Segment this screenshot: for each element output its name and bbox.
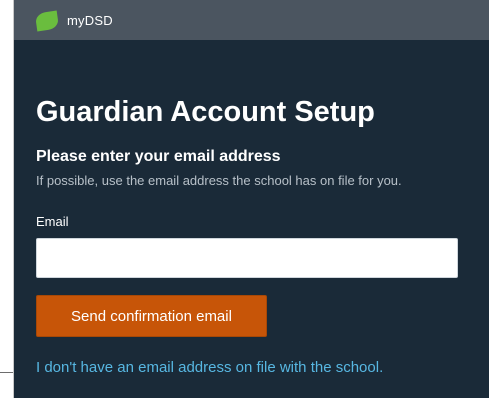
left-divider-line <box>0 372 14 373</box>
top-bar: myDSD <box>14 0 489 40</box>
form-hint: If possible, use the email address the s… <box>36 173 402 188</box>
app-window: myDSD Guardian Account Setup Please ente… <box>14 0 489 398</box>
page-title: Guardian Account Setup <box>36 96 375 128</box>
email-label: Email <box>36 214 69 229</box>
email-field[interactable] <box>36 238 458 278</box>
send-confirmation-email-button[interactable]: Send confirmation email <box>36 295 267 337</box>
brand-name: myDSD <box>67 13 113 28</box>
form-subtitle: Please enter your email address <box>36 148 281 165</box>
leaf-logo-icon <box>34 10 60 32</box>
no-email-on-file-link[interactable]: I don't have an email address on file wi… <box>36 359 383 376</box>
